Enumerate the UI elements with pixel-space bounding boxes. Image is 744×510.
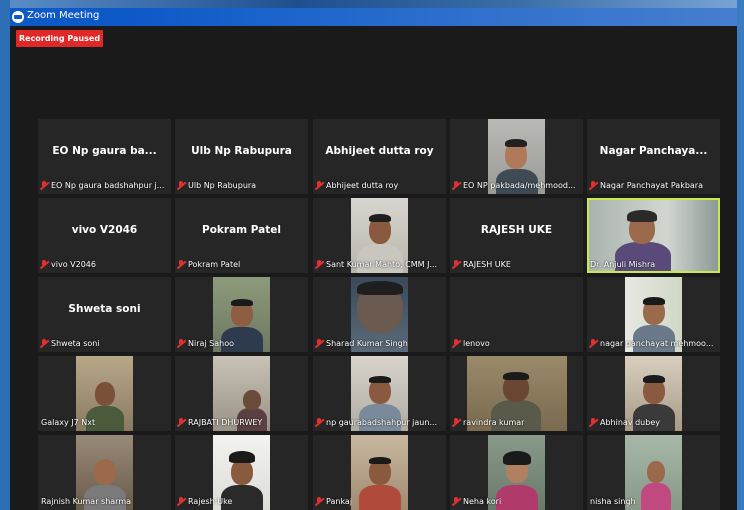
participant-display-name: Nagar Panchaya... [599,145,708,157]
desktop-background [737,0,744,510]
participant-tile[interactable]: Abhinav dubey [587,356,720,431]
participant-name-label: ravindra kumar [463,418,525,427]
mic-muted-icon [452,497,460,506]
participant-name-label: Galaxy J7 Nxt [41,418,96,427]
participant-tile[interactable]: Rajesh Uke [175,435,308,510]
participant-tile[interactable]: EO NP pakbada/mehmood... [450,119,583,194]
participant-name-label: Abhijeet dutta roy [326,181,399,190]
participant-tile[interactable]: nisha singh [587,435,720,510]
participant-tile[interactable]: Neha kori [450,435,583,510]
mic-muted-icon [315,181,323,190]
participant-tile[interactable]: ravindra kumar [450,356,583,431]
participant-display-name: vivo V2046 [71,224,138,236]
participant-name-label: Shweta soni [51,339,100,348]
participant-tile[interactable]: Sant Kumar Mahto, CMM J... [313,198,446,273]
participant-name-label: Pankaj [326,497,353,506]
mic-muted-icon [452,181,460,190]
mic-muted-icon [177,260,185,269]
active-speaker-tile[interactable]: Dr. Anjuli Mishra [587,198,720,273]
mic-muted-icon [452,339,460,348]
participant-tile[interactable]: Niraj Sahoo [175,277,308,352]
mic-muted-icon [177,181,185,190]
participant-name-label: Sant Kumar Mahto, CMM J... [326,260,438,269]
participant-name-label: RAJESH UKE [463,260,511,269]
participant-name-label: np gaurabadshahpur jaun... [326,418,438,427]
participant-name-label: EO Np gaura badshahpur j... [51,181,165,190]
participant-display-name: Shweta soni [68,303,141,315]
participant-tile[interactable]: Rajnish Kumar sharma [38,435,171,510]
participant-name-label: nagar panchayat mehmoo... [600,339,714,348]
mic-muted-icon [40,181,48,190]
participant-name-label: Dr. Anjuli Mishra [590,260,656,269]
zoom-meeting-window: Zoom Meeting Recording Paused EO Np gaur… [10,8,737,510]
mic-muted-icon [315,260,323,269]
mic-muted-icon [177,339,185,348]
participant-display-name: EO Np gaura ba... [52,145,157,157]
mic-muted-icon [40,260,48,269]
participant-display-name: RAJESH UKE [480,224,553,236]
participant-name-label: Sharad Kumar Singh [326,339,408,348]
participant-tile[interactable]: vivo V2046 vivo V2046 [38,198,171,273]
participant-display-name: Ulb Np Rabupura [191,145,292,157]
mic-muted-icon [315,418,323,427]
participant-name-label: Ulb Np Rabupura [188,181,257,190]
mic-muted-icon [452,418,460,427]
mic-muted-icon [40,339,48,348]
participant-tile[interactable]: np gaurabadshahpur jaun... [313,356,446,431]
participant-display-name: Abhijeet dutta roy [325,145,434,157]
participant-tile[interactable]: Sharad Kumar Singh [313,277,446,352]
recording-status-badge[interactable]: Recording Paused [16,30,103,47]
mic-muted-icon [589,339,597,348]
window-title: Zoom Meeting [27,10,100,21]
participant-tile[interactable]: RAJBATI DHURWEY [175,356,308,431]
participant-tile[interactable]: Shweta soni Shweta soni [38,277,171,352]
participant-name-label: EO NP pakbada/mehmood... [463,181,576,190]
title-bar[interactable]: Zoom Meeting [10,8,737,26]
participant-tile[interactable]: Abhijeet dutta roy Abhijeet dutta roy [313,119,446,194]
participant-tile[interactable]: Pankaj [313,435,446,510]
participant-name-label: nisha singh [590,497,636,506]
participant-display-name: Pokram Patel [202,224,281,236]
participant-name-label: Abhinav dubey [600,418,660,427]
mic-muted-icon [589,418,597,427]
mic-muted-icon [315,339,323,348]
participant-tile[interactable]: RAJESH UKE RAJESH UKE [450,198,583,273]
participant-name-label: Rajesh Uke [188,497,233,506]
participant-tile[interactable]: Galaxy J7 Nxt [38,356,171,431]
participant-tile[interactable]: lenovo [450,277,583,352]
desktop-background [0,0,744,8]
participant-tile[interactable]: nagar panchayat mehmoo... [587,277,720,352]
participant-tile[interactable]: Nagar Panchaya... Nagar Panchayat Pakbar… [587,119,720,194]
participant-tile[interactable]: Pokram Patel Pokram Patel [175,198,308,273]
mic-muted-icon [315,497,323,506]
mic-muted-icon [452,260,460,269]
participant-name-label: RAJBATI DHURWEY [188,418,263,427]
participant-name-label: Rajnish Kumar sharma [41,497,132,506]
participant-name-label: Nagar Panchayat Pakbara [600,181,703,190]
participant-name-label: Neha kori [463,497,502,506]
participant-name-label: vivo V2046 [51,260,96,269]
participant-tile[interactable]: EO Np gaura ba... EO Np gaura badshahpur… [38,119,171,194]
zoom-logo-icon [12,11,24,23]
mic-muted-icon [589,181,597,190]
desktop-background [0,0,10,510]
participant-name-label: lenovo [463,339,490,348]
participant-name-label: Pokram Patel [188,260,241,269]
participant-name-label: Niraj Sahoo [188,339,235,348]
mic-muted-icon [177,497,185,506]
mic-muted-icon [177,418,185,427]
participant-tile[interactable]: Ulb Np Rabupura Ulb Np Rabupura [175,119,308,194]
